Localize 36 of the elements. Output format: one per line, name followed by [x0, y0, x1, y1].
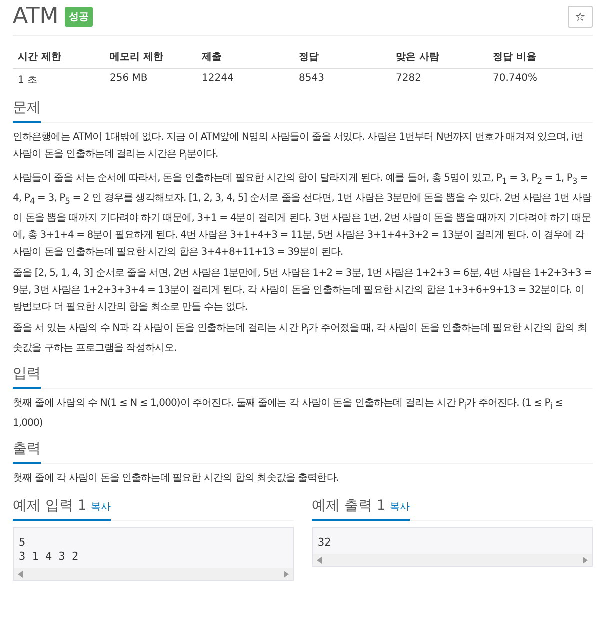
table-cell-text: 70.740% — [492, 72, 538, 86]
scroll-left-icon[interactable] — [18, 570, 23, 578]
column-header: 정답 — [294, 44, 391, 69]
section-heading: 문제 — [13, 99, 41, 123]
problem-title: ATM — [13, 4, 59, 29]
copy-link[interactable]: 복사 — [390, 502, 410, 513]
paragraph: 첫째 줄에 사람의 수 N(1 ≤ N ≤ 1,000)이 주어진다. 둘째 줄에는 각 사람이 돈을 인출하는데 걸리는 시간 P$_{i}$가 주어진다. (1 ≤ P$_{i}$ ≤ 1,000) — [13, 397, 564, 431]
section-heading: 출력 — [13, 440, 41, 464]
star-button[interactable]: ☆ — [568, 6, 593, 28]
paragraph: 줄을 [2, 5, 1, 4, 3] 순서로 줄을 서면, 2번 사람은 1분만에, 5번 사람은 1+2 = 3분, 1번 사람은 1+2+3 = 6분, 4번 사람은 1+2+3+3 = 9분, 3번 사람은 1+2+3+3+4 = 13분이 걸리게 된다. 각 사람이 돈을 인출하는데 필요한 시간의 합은 1+3+6+9+13 = 32분이다. 이 방법보다 더 필요한 시간의 합을 최소로 만들 수는 없다. — [13, 267, 593, 315]
column-header: 메모리 제한 — [105, 44, 197, 69]
table-cell-text: 1 초 — [17, 74, 39, 88]
column-header: 제출 — [197, 44, 294, 69]
paragraph: 줄을 서 있는 사람의 수 N과 각 사람이 돈을 인출하는데 걸리는 시간 P$_{i}$가 주어졌을 때, 각 사람이 돈을 인출하는데 필요한 시간의 합의 최솟값을 구하는 프로그램을 작성하시오. — [13, 322, 588, 356]
status-badge: 성공 — [64, 6, 93, 26]
section-heading: 예제 출력 1 복사 — [312, 497, 410, 521]
table-cell-text: 12244 — [201, 72, 235, 86]
section-heading: 입력 — [13, 365, 41, 389]
scroll-right-icon[interactable] — [583, 556, 588, 564]
horizontal-scrollbar[interactable] — [312, 554, 593, 567]
scroll-left-icon[interactable] — [317, 556, 322, 564]
table-cell-text: 256 MB — [109, 72, 149, 86]
table-cell-text: 8543 — [298, 72, 326, 86]
horizontal-scrollbar[interactable] — [13, 568, 294, 581]
section-heading: 예제 입력 1 복사 — [13, 497, 111, 521]
paragraph: 사람들이 줄을 서는 순서에 따라서, 돈을 인출하는데 필요한 시간의 합이 달라지게 된다. 예를 들어, 총 5명이 있고, P$_{1}$ = 3, P$_{2}$ = 1, P$_{3}$ = 4, P$_{4}$ = 3, P$_{5}$ = 2 인 경우를 생각해보자. [1, 2, 3, 4, 5] 순서로 줄을 선다면, 1번 사람은 3분만에 돈을 뽑을 수 있다. 2번 사람은 1번 사람이 돈을 뽑을 때까지 기다려야 하기 때문에, 3+1 = 4분이 걸리게 된다. 3번 사람은 1번, 2번 사람이 돈을 뽑을 때까지 기다려야 하기 때문에, 총 3+1+4 = 8분이 필요하게 된다. 4번 사람은 3+1+4+3 = 11분, 5번 사람은 3+1+4+3+2 = 13분이 걸리게 된다. 이 경우에 각 사람이 돈을 인출하는데 필요한 시간의 합은 3+4+8+11+13 = 39분이 된다. — [13, 172, 593, 260]
sample-code: 5 3 1 4 3 2 — [13, 527, 294, 568]
sample-code: 32 — [312, 527, 593, 554]
column-header: 시간 제한 — [13, 44, 105, 69]
scroll-right-icon[interactable] — [284, 570, 289, 578]
column-header: 맞은 사람 — [391, 44, 488, 69]
table-cell-text: 7282 — [395, 72, 422, 86]
copy-link[interactable]: 복사 — [90, 502, 111, 513]
paragraph: 첫째 줄에 각 사람이 돈을 인출하는데 필요한 시간의 합의 최솟값을 출력한다. — [13, 472, 340, 486]
paragraph: 인하은행에는 ATM이 1대밖에 없다. 지금 이 ATM앞에 N명의 사람들이 줄을 서있다. 사람은 1번부터 N번까지 번호가 매겨져 있으며, i번 사람이 돈을 인출하는데 걸리는 시간은 P$_{i}$분이다. — [13, 131, 585, 164]
column-header: 정답 비율 — [488, 44, 593, 69]
